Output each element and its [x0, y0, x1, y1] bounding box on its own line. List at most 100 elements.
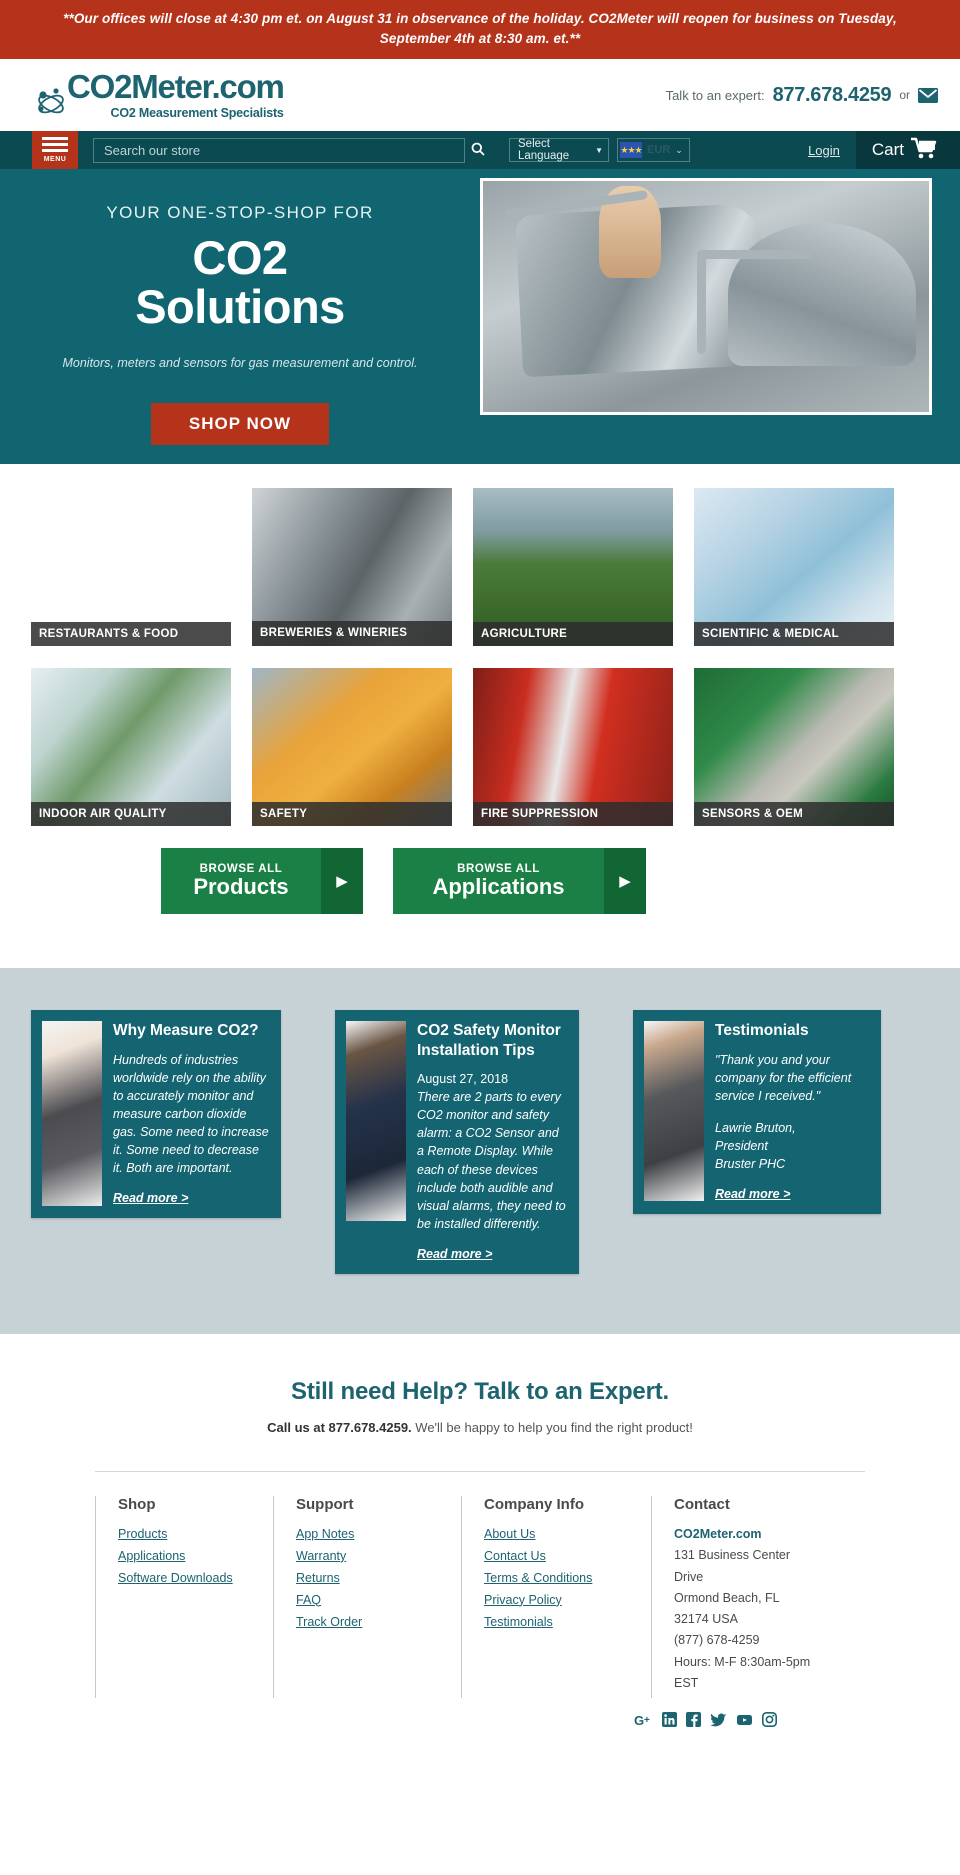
featured-cards-section: Why Measure CO2? Hundreds of industries …	[0, 968, 960, 1334]
footer-link-app-notes[interactable]: App Notes	[296, 1524, 443, 1546]
hero-image-shape	[697, 250, 707, 355]
footer-link-contact-us[interactable]: Contact Us	[484, 1546, 633, 1568]
hero-subtitle: Monitors, meters and sensors for gas mea…	[62, 355, 418, 370]
hero-copy: YOUR ONE-STOP-SHOP FOR CO2 Solutions Mon…	[0, 169, 480, 464]
logo-wordmark: CO2Meter.com	[67, 68, 285, 106]
expert-contact: Talk to an expert: 877.678.4259 or	[666, 84, 938, 107]
hero-title-line-2: Solutions	[135, 280, 345, 334]
footer-link-faq[interactable]: FAQ	[296, 1590, 443, 1612]
category-label: SENSORS & OEM	[694, 801, 894, 827]
utility-bar: MENU Select Language ▼ ★★★ EUR ⌄ Login C…	[0, 131, 960, 170]
twitter-icon[interactable]	[710, 1713, 727, 1727]
category-tile-breweries-wineries[interactable]: BREWERIES & WINERIES	[252, 488, 452, 647]
search-form	[93, 137, 491, 163]
read-more-link[interactable]: Read more >	[417, 1247, 492, 1261]
category-tiles-section: RESTAURANTS & FOOD BREWERIES & WINERIES …	[0, 464, 960, 969]
expert-label: Talk to an expert:	[665, 87, 765, 103]
card-testimonials: Testimonials "Thank you and your company…	[633, 1010, 881, 1215]
shop-now-button[interactable]: SHOP NOW	[150, 402, 330, 445]
footer-contact-address-line: 32174 USA	[674, 1612, 738, 1626]
footer-contact-hours: Hours: M-F 8:30am-5pm	[674, 1654, 811, 1669]
card-text: There are 2 parts to every CO2 monitor a…	[417, 1090, 566, 1231]
category-tile-sensors-oem[interactable]: SENSORS & OEM	[694, 668, 894, 827]
browse-products-text: BROWSE ALL Products	[161, 863, 321, 899]
footer-link-returns[interactable]: Returns	[296, 1568, 443, 1590]
utility-right-group: Login Cart	[792, 131, 960, 170]
hero-image-shape	[728, 222, 916, 366]
footer-contact-phone: (877) 678-4259	[674, 1633, 760, 1648]
search-button[interactable]	[465, 138, 491, 163]
google-plus-icon[interactable]: G +	[634, 1713, 653, 1727]
category-tile-fire-suppression[interactable]: FIRE SUPPRESSION	[473, 668, 673, 827]
footer-link-track-order[interactable]: Track Order	[296, 1612, 443, 1634]
help-title: Still need Help? Talk to an Expert.	[291, 1378, 669, 1405]
category-tile-safety[interactable]: SAFETY	[252, 668, 452, 827]
language-selector[interactable]: Select Language ▼	[509, 138, 609, 163]
cart-button[interactable]: Cart	[855, 131, 960, 170]
instagram-icon[interactable]	[762, 1712, 777, 1727]
read-more-link[interactable]: Read more >	[113, 1191, 188, 1205]
footer-column-shop: Shop Products Applications Software Down…	[95, 1496, 273, 1698]
envelope-icon[interactable]	[918, 87, 938, 103]
card-text: Hundreds of industries worldwide rely on…	[113, 1052, 269, 1176]
category-tiles-row-1: RESTAURANTS & FOOD BREWERIES & WINERIES …	[31, 488, 929, 647]
testimonial-author-role: President	[715, 1139, 768, 1153]
svg-text:G: G	[634, 1713, 644, 1727]
category-label: AGRICULTURE	[473, 621, 673, 647]
footer-link-terms-conditions[interactable]: Terms & Conditions	[484, 1568, 633, 1590]
footer-link-warranty[interactable]: Warranty	[296, 1546, 443, 1568]
footer-link-testimonials[interactable]: Testimonials	[484, 1612, 633, 1634]
search-input[interactable]	[93, 137, 465, 163]
or-label: or	[899, 88, 910, 103]
cart-label: Cart	[871, 140, 904, 160]
category-tile-restaurants-food[interactable]: RESTAURANTS & FOOD	[31, 488, 231, 647]
footer-heading-support: Support	[296, 1496, 354, 1513]
menu-label: MENU	[43, 156, 67, 164]
linkedin-icon[interactable]	[662, 1712, 677, 1727]
help-section: Still need Help? Talk to an Expert. Call…	[0, 1334, 960, 1445]
card-body: Testimonials "Thank you and your company…	[715, 1021, 870, 1203]
hero-banner: YOUR ONE-STOP-SHOP FOR CO2 Solutions Mon…	[0, 169, 960, 465]
footer-contact-company-name: CO2Meter.com	[674, 1527, 762, 1541]
footer-contact-address-line: Drive	[674, 1569, 704, 1584]
card-title: Why Measure CO2?	[113, 1022, 259, 1040]
hero-image	[480, 178, 932, 416]
youtube-icon[interactable]	[736, 1712, 753, 1727]
category-tile-agriculture[interactable]: AGRICULTURE	[473, 488, 673, 647]
footer-link-privacy-policy[interactable]: Privacy Policy	[484, 1590, 633, 1612]
hero-image-shape	[697, 250, 814, 260]
card-photo	[42, 1021, 102, 1207]
category-tile-scientific-medical[interactable]: SCIENTIFIC & MEDICAL	[694, 488, 894, 647]
category-tile-indoor-air-quality[interactable]: INDOOR AIR QUALITY	[31, 668, 231, 827]
facebook-icon[interactable]	[686, 1712, 701, 1727]
footer-link-products[interactable]: Products	[118, 1524, 255, 1546]
svg-text:+: +	[644, 1715, 650, 1726]
site-logo[interactable]: CO2Meter.com CO2 Measurement Specialists	[36, 68, 285, 121]
expert-phone[interactable]: 877.678.4259	[773, 84, 892, 107]
category-label: FIRE SUPPRESSION	[473, 801, 673, 827]
hero-kicker: YOUR ONE-STOP-SHOP FOR	[106, 203, 374, 223]
eu-flag-icon: ★★★	[620, 142, 643, 159]
testimonial-author-name: Lawrie Bruton,	[715, 1120, 796, 1135]
browse-all-applications-button[interactable]: BROWSE ALL Applications ▶	[393, 848, 646, 915]
card-date: August 27, 2018	[417, 1071, 509, 1086]
read-more-link[interactable]: Read more >	[715, 1187, 790, 1201]
logo-tagline: CO2 Measurement Specialists	[110, 106, 284, 121]
card-why-measure-co2: Why Measure CO2? Hundreds of industries …	[31, 1010, 281, 1219]
card-co2-safety-monitor-installation-tips: CO2 Safety Monitor Installation Tips Aug…	[335, 1010, 579, 1274]
card-photo	[644, 1021, 704, 1202]
currency-selector[interactable]: ★★★ EUR ⌄	[617, 138, 690, 163]
atom-logo-icon	[36, 84, 66, 118]
hamburger-line	[42, 143, 68, 147]
menu-button[interactable]: MENU	[32, 131, 78, 170]
footer-contact-address-line: Ormond Beach, FL	[674, 1590, 780, 1605]
login-link[interactable]: Login	[792, 131, 856, 169]
social-links: G +	[95, 1712, 865, 1727]
footer-link-software-downloads[interactable]: Software Downloads	[118, 1568, 255, 1590]
card-body: CO2 Safety Monitor Installation Tips Aug…	[417, 1021, 568, 1263]
category-label: INDOOR AIR QUALITY	[31, 801, 231, 827]
announcement-bar: **Our offices will close at 4:30 pm et. …	[0, 0, 960, 60]
footer-link-about-us[interactable]: About Us	[484, 1524, 633, 1546]
browse-all-products-button[interactable]: BROWSE ALL Products ▶	[161, 848, 363, 915]
footer-link-applications[interactable]: Applications	[118, 1546, 255, 1568]
